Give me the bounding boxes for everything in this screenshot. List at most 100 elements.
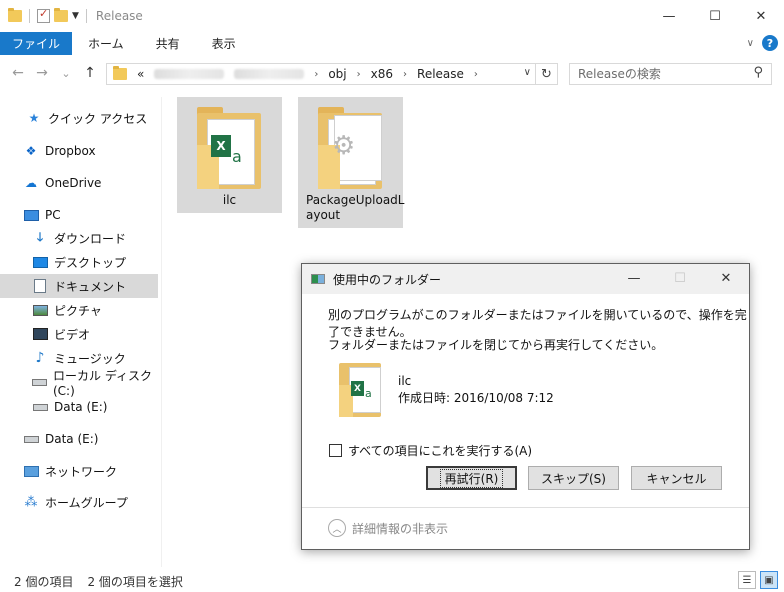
sidebar-item-label: ビデオ: [54, 327, 91, 342]
details-view-icon[interactable]: ☰: [738, 571, 756, 589]
properties-icon[interactable]: [37, 7, 50, 23]
computer-icon: [23, 209, 39, 221]
skip-button[interactable]: スキップ(S): [528, 466, 619, 490]
sidebar-item-network[interactable]: ネットワーク: [0, 459, 158, 483]
refresh-button[interactable]: ↻: [535, 64, 557, 84]
sidebar-item-homegroup[interactable]: ⁂ ホームグループ: [0, 490, 158, 514]
homegroup-icon: ⁂: [24, 494, 38, 510]
minimize-button[interactable]: —: [646, 0, 692, 32]
dialog-title-bar: 使用中のフォルダー — ☐ ✕: [302, 264, 749, 294]
tab-share[interactable]: 共有: [140, 32, 196, 55]
sidebar-item-label: ホームグループ: [45, 495, 128, 510]
cancel-button[interactable]: キャンセル: [631, 466, 722, 490]
navigation-bar: ← → ⌄ ↑ « › obj › x86 › Release › ∨ ↻ ⚲: [0, 56, 784, 90]
apply-to-all-row[interactable]: すべての項目にこれを実行する(A): [329, 442, 532, 459]
search-input[interactable]: [578, 67, 738, 81]
window-title: Release: [95, 9, 143, 23]
sidebar-item-desktop[interactable]: デスクトップ: [0, 250, 158, 274]
address-bar[interactable]: « › obj › x86 › Release › ∨ ↻: [106, 63, 558, 85]
dialog-close-button[interactable]: ✕: [703, 264, 749, 293]
search-box[interactable]: ⚲: [569, 63, 772, 85]
breadcrumb-hidden-segment[interactable]: [234, 69, 305, 79]
sidebar-item-label: Dropbox: [45, 144, 96, 158]
breadcrumb-obj[interactable]: obj: [328, 67, 346, 81]
folder-icon: [113, 66, 127, 80]
tab-file[interactable]: ファイル: [0, 32, 73, 55]
desktop-icon: [32, 256, 48, 268]
sidebar-item-data-e[interactable]: Data (E:): [0, 395, 158, 419]
sidebar-item-onedrive[interactable]: ☁ OneDrive: [0, 171, 158, 195]
address-dropdown-icon[interactable]: ∨: [524, 67, 531, 78]
dialog-file-date: 作成日時: 2016/10/08 7:12: [398, 391, 554, 405]
breadcrumb: « › obj › x86 › Release ›: [135, 67, 478, 81]
dialog-instruction: フォルダーまたはファイルを閉じてから再実行してください。: [328, 338, 664, 352]
back-button[interactable]: ←: [6, 65, 30, 81]
hide-details-toggle[interactable]: ︿ 詳細情報の非表示: [328, 519, 448, 537]
sidebar-item-quick-access[interactable]: ★ クイック アクセス: [0, 106, 158, 130]
details-label: 詳細情報の非表示: [352, 521, 449, 536]
sidebar-item-documents[interactable]: ドキュメント: [0, 274, 158, 298]
tab-view[interactable]: 表示: [196, 32, 252, 55]
folder-icon: X a: [197, 107, 263, 189]
search-icon: ⚲: [753, 65, 763, 80]
retry-label: 再試行(R): [439, 468, 504, 488]
maximize-button[interactable]: ☐: [692, 0, 738, 32]
dialog-maximize-button: ☐: [674, 271, 686, 286]
file-item-packageuploadlayout[interactable]: ⚙ PackageUploadL ayout: [298, 97, 405, 228]
help-icon[interactable]: ?: [762, 35, 778, 51]
large-icons-view-icon[interactable]: ▣: [760, 571, 778, 589]
document-icon: [34, 279, 46, 293]
disk-icon: [32, 403, 48, 411]
up-button[interactable]: ↑: [78, 65, 102, 81]
sidebar-item-label: クイック アクセス: [48, 111, 148, 126]
apply-to-all-checkbox[interactable]: [329, 444, 342, 457]
customize-toolbar-icon[interactable]: ▼: [72, 11, 79, 21]
item-count: 2 個の項目: [14, 574, 74, 589]
chevron-right-icon[interactable]: ›: [314, 69, 318, 80]
forward-button[interactable]: →: [30, 65, 54, 81]
sidebar-item-pc[interactable]: PC: [0, 203, 158, 227]
chevron-right-icon[interactable]: ›: [357, 69, 361, 80]
navigation-pane: ★ クイック アクセス ❖ Dropbox ☁ OneDrive PC 🡓 ダウ…: [0, 97, 162, 567]
folder-icon: [8, 8, 22, 22]
status-bar: 2 個の項目 2 個の項目を選択 ☰ ▣: [0, 570, 784, 592]
excel-icon: X: [211, 135, 231, 157]
new-folder-icon[interactable]: [54, 8, 68, 22]
breadcrumb-overflow[interactable]: «: [137, 67, 144, 81]
disk-icon: [32, 378, 47, 386]
sidebar-item-label: デスクトップ: [54, 255, 127, 270]
tab-home[interactable]: ホーム: [72, 32, 140, 55]
sidebar-item-videos[interactable]: ビデオ: [0, 322, 158, 346]
sidebar-item-label: ダウンロード: [54, 231, 127, 246]
divider: [29, 9, 30, 23]
breadcrumb-hidden-segment[interactable]: [154, 69, 225, 79]
sidebar-item-dropbox[interactable]: ❖ Dropbox: [0, 139, 158, 163]
sidebar-item-pictures[interactable]: ピクチャ: [0, 298, 158, 322]
divider: [85, 9, 87, 23]
title-bar: ▼ Release — ☐ ✕: [0, 0, 784, 32]
close-button[interactable]: ✕: [738, 0, 784, 32]
sidebar-item-data-e-drive[interactable]: Data (E:): [0, 427, 158, 451]
file-name-line: PackageUploadL: [306, 193, 405, 207]
dialog-minimize-button[interactable]: —: [611, 264, 657, 293]
download-icon: 🡓: [36, 229, 44, 244]
expand-ribbon-icon[interactable]: ∨: [747, 38, 754, 49]
file-name: ilc: [222, 193, 237, 207]
sidebar-item-downloads[interactable]: 🡓 ダウンロード: [0, 226, 158, 250]
chevron-right-icon[interactable]: ›: [474, 69, 478, 80]
retry-button[interactable]: 再試行(R): [426, 466, 517, 490]
sidebar-item-label: PC: [45, 208, 61, 222]
sidebar-item-label: ローカル ディスク (C:): [53, 368, 152, 398]
file-name: PackageUploadL ayout: [298, 193, 405, 223]
breadcrumb-x86[interactable]: x86: [371, 67, 393, 81]
video-icon: [32, 328, 48, 340]
recent-locations-button[interactable]: ⌄: [54, 67, 78, 80]
file-item-ilc[interactable]: X a ilc: [177, 97, 282, 213]
folder-in-use-dialog: 使用中のフォルダー — ☐ ✕ 別のプログラムがこのフォルダーまたはファイルを開…: [301, 263, 750, 550]
chevron-right-icon[interactable]: ›: [403, 69, 407, 80]
sidebar-item-label: Data (E:): [54, 400, 108, 414]
excel-icon: X: [351, 381, 364, 396]
sidebar-item-local-disk-c[interactable]: ローカル ディスク (C:): [0, 369, 158, 398]
chevron-up-icon: ︿: [328, 519, 346, 537]
breadcrumb-release[interactable]: Release: [417, 67, 464, 81]
